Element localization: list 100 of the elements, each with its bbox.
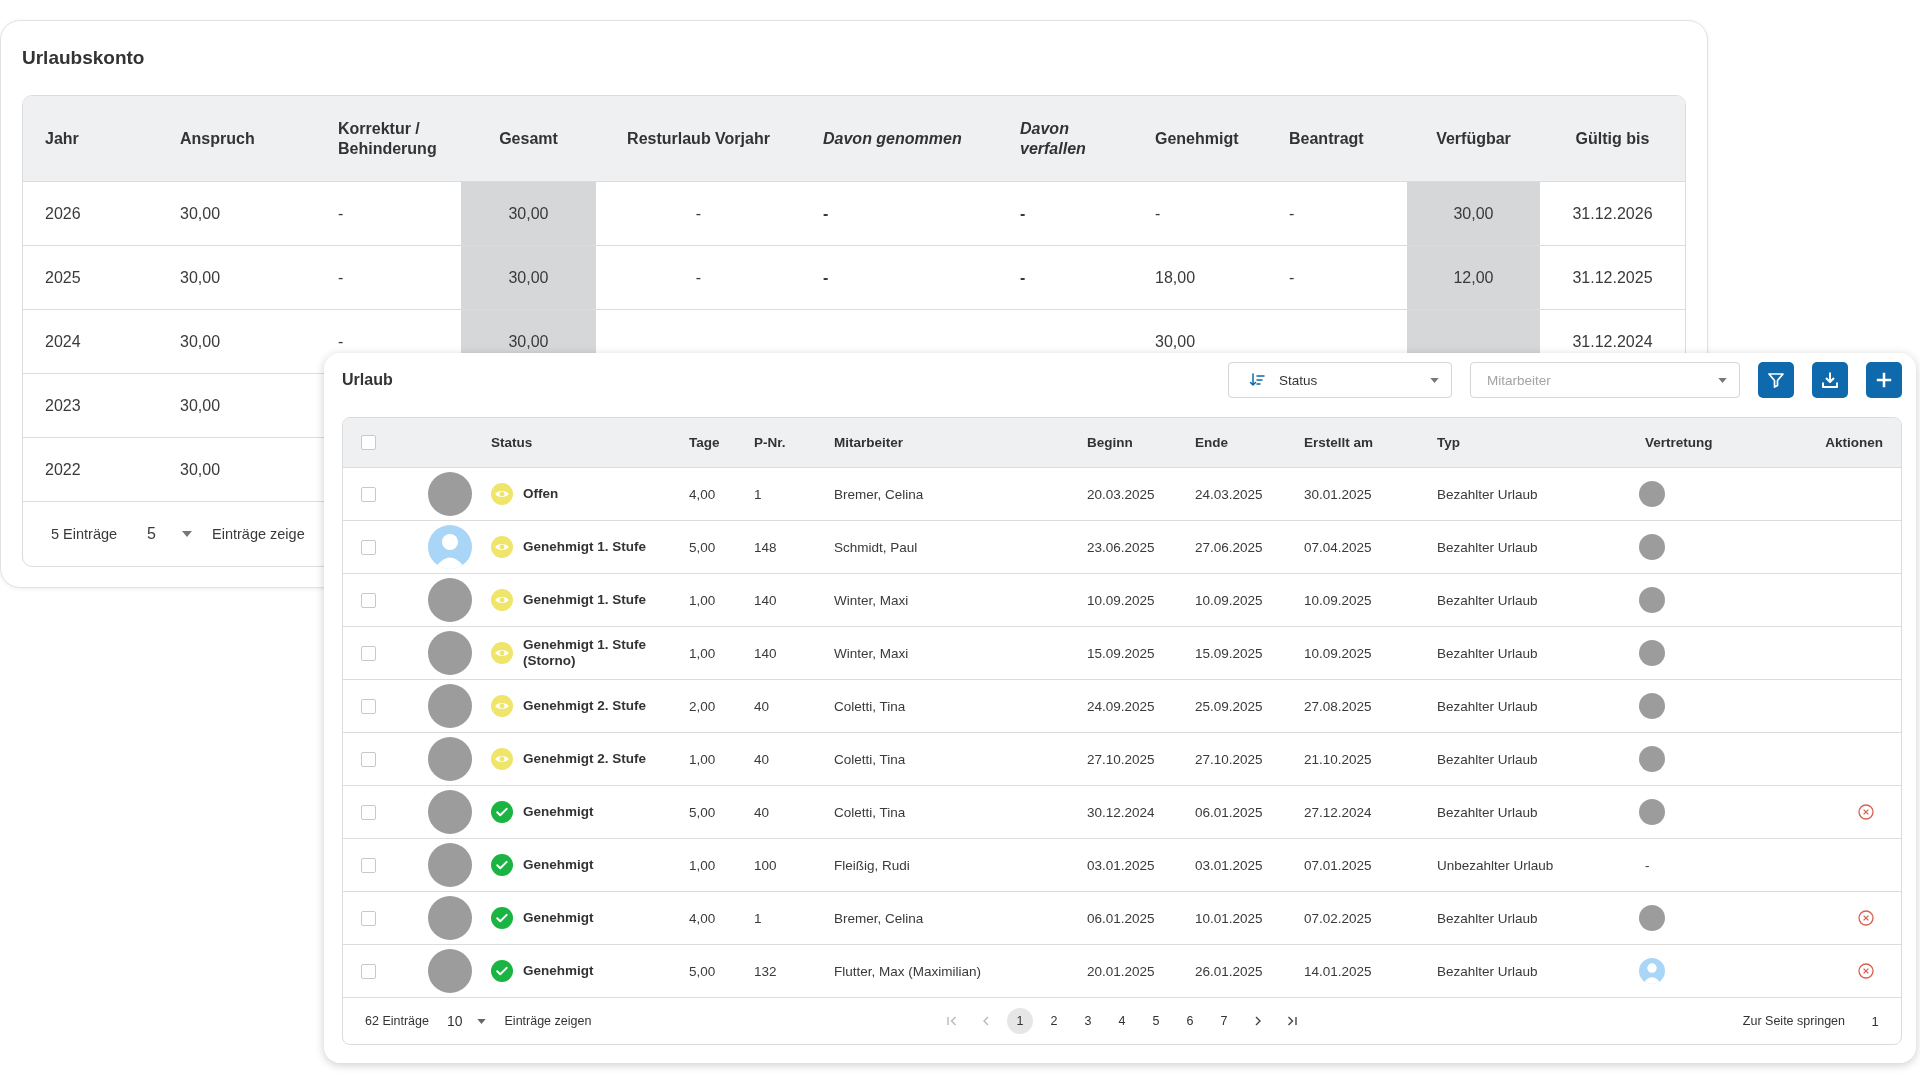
table-cell: 2,00 bbox=[676, 679, 741, 733]
page-button[interactable]: 2 bbox=[1041, 1008, 1067, 1034]
sort-dropdown[interactable]: Status bbox=[1228, 362, 1452, 398]
page-button[interactable]: 6 bbox=[1177, 1008, 1203, 1034]
table-cell: Bezahlter Urlaub bbox=[1424, 891, 1632, 945]
table-cell: 03.01.2025 bbox=[1074, 838, 1182, 892]
row-checkbox[interactable] bbox=[361, 486, 376, 502]
table-cell: Bremer, Celina bbox=[821, 467, 1074, 521]
status-label: Genehmigt bbox=[523, 804, 594, 820]
entry-count: 62 Einträge bbox=[365, 1014, 429, 1028]
column-header: Beantragt bbox=[1267, 96, 1407, 182]
table-cell: Bezahlter Urlaub bbox=[1424, 520, 1632, 574]
cancel-icon[interactable] bbox=[1858, 804, 1874, 821]
eye-icon bbox=[491, 748, 513, 770]
download-button[interactable] bbox=[1812, 362, 1848, 398]
row-checkbox[interactable] bbox=[361, 698, 376, 714]
table-cell: Winter, Maxi bbox=[821, 573, 1074, 627]
row-checkbox[interactable] bbox=[361, 910, 376, 926]
page-button[interactable]: 3 bbox=[1075, 1008, 1101, 1034]
photo-placeholder bbox=[428, 578, 472, 622]
column-header: Ende bbox=[1182, 418, 1291, 468]
photo-placeholder bbox=[428, 843, 472, 887]
table-cell: 5,00 bbox=[676, 785, 741, 839]
row-checkbox[interactable] bbox=[361, 857, 376, 873]
page-button[interactable]: 1 bbox=[1007, 1008, 1033, 1034]
eye-icon bbox=[491, 589, 513, 611]
column-header: Aktionen bbox=[1781, 418, 1901, 468]
cancel-icon[interactable] bbox=[1858, 910, 1874, 927]
photo-placeholder bbox=[428, 631, 472, 675]
table-cell: 10.09.2025 bbox=[1074, 573, 1182, 627]
page-button[interactable]: 4 bbox=[1109, 1008, 1135, 1034]
row-checkbox[interactable] bbox=[361, 592, 376, 608]
page-number-field[interactable]: 1 bbox=[1863, 1013, 1887, 1029]
table-cell: Bezahlter Urlaub bbox=[1424, 732, 1632, 786]
column-header: Status bbox=[476, 418, 676, 468]
table-cell: 30,00 bbox=[1407, 181, 1540, 246]
table-cell: 1,00 bbox=[676, 573, 741, 627]
table-cell: 2022 bbox=[23, 437, 158, 502]
last-page-icon[interactable] bbox=[1285, 1014, 1299, 1028]
eye-icon bbox=[491, 536, 513, 558]
table-cell: 1,00 bbox=[676, 838, 741, 892]
table-cell: 148 bbox=[741, 520, 821, 574]
table-cell: Bezahlter Urlaub bbox=[1424, 679, 1632, 733]
status-label: Genehmigt 1. Stufe bbox=[523, 539, 647, 555]
table-cell: 27.08.2025 bbox=[1291, 679, 1424, 733]
table-cell: 10.09.2025 bbox=[1291, 626, 1424, 680]
download-icon bbox=[1820, 370, 1840, 390]
table-cell: 25.09.2025 bbox=[1182, 679, 1291, 733]
table-cell: 40 bbox=[741, 732, 821, 786]
page-size-select[interactable]: 10 bbox=[446, 1013, 486, 1029]
table-cell: 27.10.2025 bbox=[1182, 732, 1291, 786]
page-size-select[interactable]: 5 bbox=[147, 525, 192, 543]
table-cell: 07.01.2025 bbox=[1291, 838, 1424, 892]
eye-icon bbox=[491, 642, 513, 664]
status-label: Genehmigt 2. Stufe bbox=[523, 751, 647, 767]
caret-icon bbox=[1718, 377, 1727, 383]
page-size-label: Einträge zeige bbox=[212, 526, 305, 542]
add-button[interactable] bbox=[1866, 362, 1902, 398]
page-button[interactable]: 5 bbox=[1143, 1008, 1169, 1034]
table-cell: 03.01.2025 bbox=[1182, 838, 1291, 892]
cancel-icon[interactable] bbox=[1858, 963, 1874, 980]
table-cell: 14.01.2025 bbox=[1291, 944, 1424, 998]
table-cell: 10.01.2025 bbox=[1182, 891, 1291, 945]
table-cell: Bezahlter Urlaub bbox=[1424, 573, 1632, 627]
row-checkbox[interactable] bbox=[361, 963, 376, 979]
row-checkbox[interactable] bbox=[361, 539, 376, 555]
table-cell: 30,00 bbox=[158, 181, 316, 246]
row-checkbox[interactable] bbox=[361, 751, 376, 767]
table-cell: Winter, Maxi bbox=[821, 626, 1074, 680]
table-cell: 5,00 bbox=[676, 944, 741, 998]
table-cell: 30.01.2025 bbox=[1291, 467, 1424, 521]
column-header: Erstellt am bbox=[1291, 418, 1424, 468]
table-cell: Coletti, Tina bbox=[821, 785, 1074, 839]
status-label: Genehmigt bbox=[523, 910, 594, 926]
photo-placeholder bbox=[1639, 640, 1665, 666]
photo-placeholder bbox=[1639, 587, 1665, 613]
filter-button[interactable] bbox=[1758, 362, 1794, 398]
table-cell: 24.03.2025 bbox=[1182, 467, 1291, 521]
table-cell: 30,00 bbox=[158, 309, 316, 374]
column-header: Typ bbox=[1424, 418, 1632, 468]
caret-icon bbox=[1430, 377, 1439, 383]
table-cell: 10.09.2025 bbox=[1291, 573, 1424, 627]
table-cell: 10.09.2025 bbox=[1182, 573, 1291, 627]
row-checkbox[interactable] bbox=[361, 645, 376, 661]
select-all-checkbox[interactable] bbox=[361, 435, 376, 450]
table-cell: Bezahlter Urlaub bbox=[1424, 626, 1632, 680]
column-header: Korrektur / Behinderung bbox=[316, 96, 461, 182]
photo-placeholder bbox=[1639, 746, 1665, 772]
caret-icon bbox=[182, 531, 192, 537]
table-cell: 27.10.2025 bbox=[1074, 732, 1182, 786]
check-circle-icon bbox=[491, 907, 513, 929]
page-button[interactable]: 7 bbox=[1211, 1008, 1237, 1034]
row-checkbox[interactable] bbox=[361, 804, 376, 820]
table-cell: 26.01.2025 bbox=[1182, 944, 1291, 998]
column-header: Gültig bis bbox=[1540, 96, 1685, 182]
table-cell: 140 bbox=[741, 573, 821, 627]
table-cell: 1,00 bbox=[676, 626, 741, 680]
table-cell: - bbox=[801, 245, 998, 310]
table-cell: 1 bbox=[741, 891, 821, 945]
table-cell: Bezahlter Urlaub bbox=[1424, 944, 1632, 998]
